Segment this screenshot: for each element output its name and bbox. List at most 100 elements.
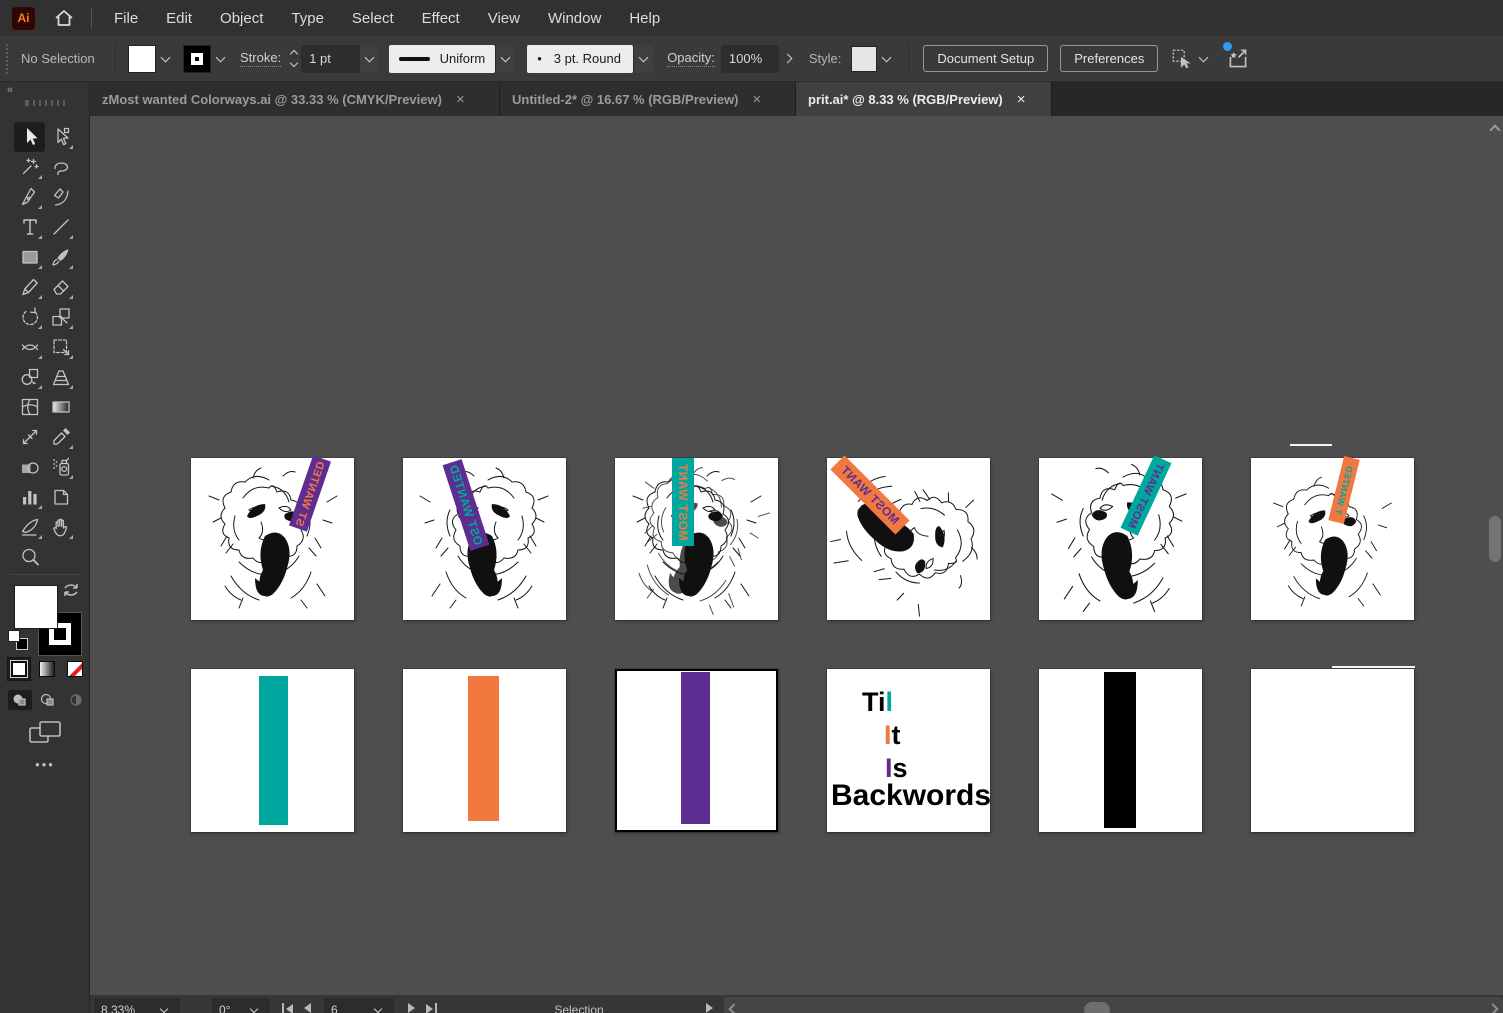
menu-window[interactable]: Window: [548, 10, 601, 27]
stroke-label[interactable]: Stroke:: [240, 50, 282, 67]
pen-tool[interactable]: [14, 182, 45, 212]
home-icon[interactable]: [53, 7, 75, 29]
perspective-grid-tool[interactable]: [45, 362, 76, 392]
banner-most-wanted-3[interactable]: MOST WANT: [672, 458, 694, 546]
chevron-down-icon[interactable]: [1198, 52, 1209, 63]
rotate-tool[interactable]: [14, 302, 45, 332]
edit-toolbar-button[interactable]: •••: [0, 757, 90, 772]
artboard-11[interactable]: [1039, 669, 1202, 832]
menu-file[interactable]: File: [114, 10, 138, 27]
horizontal-scrollbar[interactable]: [724, 997, 1503, 1013]
menu-select[interactable]: Select: [352, 10, 394, 27]
zoom-tool[interactable]: [14, 542, 45, 572]
zoom-level-select[interactable]: 8.33%: [94, 998, 180, 1013]
artboard-8[interactable]: [403, 669, 566, 832]
close-icon[interactable]: ×: [456, 91, 465, 108]
scroll-up-icon[interactable]: [1489, 124, 1501, 136]
cloud-document-share-button[interactable]: [1223, 41, 1251, 72]
opacity-arrow[interactable]: [779, 45, 797, 73]
shaper-tool[interactable]: [14, 272, 45, 302]
document-setup-button[interactable]: Document Setup: [923, 45, 1049, 72]
sketch-portrait-artwork[interactable]: [191, 458, 354, 620]
vertical-scrollbar-thumb[interactable]: [1489, 516, 1501, 562]
close-icon[interactable]: ×: [1017, 91, 1026, 108]
artboard-tool[interactable]: [45, 482, 76, 512]
close-icon[interactable]: ×: [753, 91, 762, 108]
brush-select[interactable]: • 3 pt. Round: [527, 44, 634, 73]
stroke-swatch-black[interactable]: [183, 44, 211, 73]
column-graph-tool[interactable]: [14, 482, 45, 512]
width-tool[interactable]: [14, 332, 45, 362]
type-tool[interactable]: [14, 212, 45, 242]
stroke-weight-dropdown[interactable]: [359, 44, 380, 73]
artboard-6[interactable]: [1251, 458, 1414, 620]
teal-bar-object[interactable]: [259, 676, 288, 825]
black-bar-object[interactable]: [1104, 672, 1136, 828]
artboard-number-input[interactable]: 6: [324, 998, 394, 1013]
previous-artboard-button[interactable]: [304, 1003, 311, 1013]
purple-bar-object[interactable]: [681, 672, 710, 824]
free-transform-tool[interactable]: [45, 332, 76, 362]
stroke-profile-dropdown[interactable]: [495, 44, 516, 73]
artboard-10-text[interactable]: Til It Is Backwords: [827, 669, 991, 832]
blend-tool[interactable]: [14, 452, 45, 482]
artboard-9-selected[interactable]: [615, 669, 778, 832]
toolbar-grip[interactable]: [25, 100, 65, 106]
symbol-sprayer-tool[interactable]: [45, 452, 76, 482]
selection-tool[interactable]: [14, 122, 45, 152]
eraser-tool[interactable]: [45, 272, 76, 302]
gradient-tool[interactable]: [45, 392, 76, 422]
next-artboard-button[interactable]: [408, 1003, 415, 1013]
menu-type[interactable]: Type: [291, 10, 324, 27]
chevron-down-icon[interactable]: [881, 52, 892, 63]
stroke-weight-stepper[interactable]: [289, 49, 299, 68]
artboard-3[interactable]: [615, 458, 778, 620]
tab-prit-ai[interactable]: prit.ai* @ 8.33 % (RGB/Preview) ×: [796, 82, 1052, 116]
canvas[interactable]: ST WANTED OST WANTED MOST WANT MOST WANT…: [90, 116, 1503, 1013]
chevron-down-icon[interactable]: [215, 52, 226, 63]
paintbrush-tool[interactable]: [45, 242, 76, 272]
color-button[interactable]: [7, 657, 31, 681]
default-fill-stroke-icon[interactable]: [8, 630, 28, 650]
none-button[interactable]: [64, 658, 86, 680]
draw-inside-mode-button[interactable]: [64, 690, 88, 710]
curvature-tool[interactable]: [45, 182, 76, 212]
opacity-input[interactable]: 100%: [720, 44, 779, 73]
menu-effect[interactable]: Effect: [422, 10, 460, 27]
magic-wand-tool[interactable]: [14, 152, 45, 182]
swap-fill-stroke-icon[interactable]: [62, 582, 80, 598]
select-similar-button[interactable]: [1170, 47, 1213, 71]
text-line-backwords[interactable]: Backwords: [831, 779, 991, 813]
artboard-7[interactable]: [191, 669, 354, 832]
mesh-tool[interactable]: [14, 392, 45, 422]
scale-tool[interactable]: [45, 302, 76, 332]
tab-zmost-wanted-colorways[interactable]: zMost wanted Colorways.ai @ 33.33 % (CMY…: [90, 82, 500, 116]
sketch-portrait-artwork-mirrored[interactable]: [1039, 458, 1202, 620]
chevron-down-icon[interactable]: [160, 52, 171, 63]
rotation-select[interactable]: 0°: [212, 998, 270, 1013]
slice-tool[interactable]: [14, 512, 45, 542]
draw-normal-mode-button[interactable]: [8, 690, 32, 710]
direct-selection-tool[interactable]: [45, 122, 76, 152]
stroke-weight-input[interactable]: 1 pt: [301, 44, 360, 73]
text-line-it[interactable]: It: [884, 720, 901, 751]
shape-builder-tool[interactable]: [14, 362, 45, 392]
opacity-label[interactable]: Opacity:: [667, 50, 715, 67]
stroke-profile-select[interactable]: Uniform: [389, 44, 496, 73]
horizontal-scrollbar-thumb[interactable]: [1084, 1002, 1110, 1013]
fill-swatch-white[interactable]: [128, 44, 156, 73]
panel-grip[interactable]: [6, 43, 11, 74]
stroke-color-picker[interactable]: [183, 44, 230, 73]
sketch-portrait-artwork-small[interactable]: [1251, 458, 1414, 620]
artboard-5[interactable]: [1039, 458, 1202, 620]
scroll-right-icon[interactable]: [1487, 1003, 1499, 1013]
brush-dropdown[interactable]: [633, 44, 654, 73]
style-swatch[interactable]: [851, 45, 878, 72]
artboard-1[interactable]: [191, 458, 354, 620]
artboard-12-empty[interactable]: [1251, 669, 1414, 832]
menu-view[interactable]: View: [488, 10, 520, 27]
gradient-button[interactable]: [36, 658, 58, 680]
tab-untitled-2[interactable]: Untitled-2* @ 16.67 % (RGB/Preview) ×: [500, 82, 796, 116]
menu-help[interactable]: Help: [629, 10, 660, 27]
fill-color-picker[interactable]: [128, 44, 175, 73]
